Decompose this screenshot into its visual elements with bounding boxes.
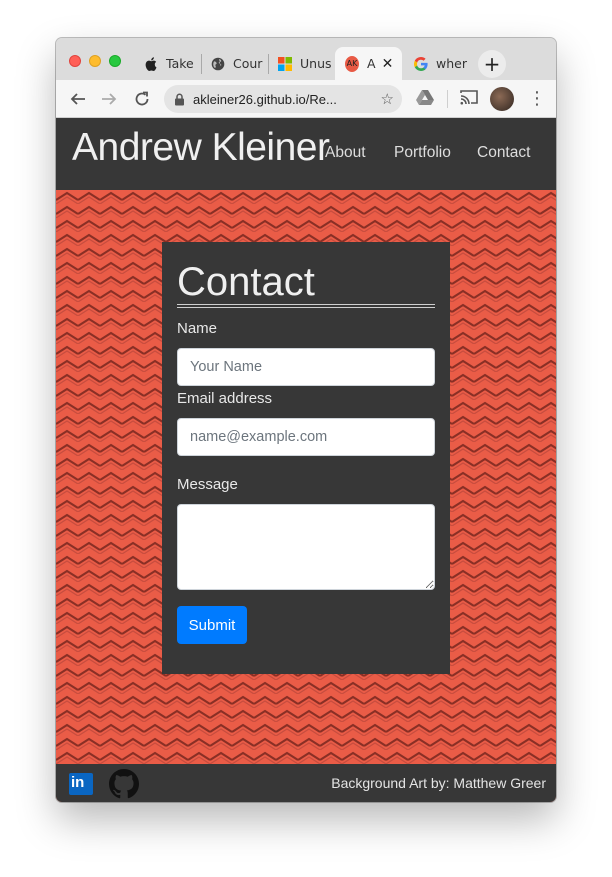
tab-unus[interactable]: Unus <box>268 47 334 80</box>
forward-arrow-icon <box>102 93 117 105</box>
ak-favicon-icon: AK <box>345 55 359 72</box>
tab-label: Cour <box>233 56 263 71</box>
tab-take[interactable]: Take <box>134 47 200 80</box>
minimize-window-button[interactable] <box>89 55 101 67</box>
background-art-credit: Background Art by: Matthew Greer <box>331 775 546 791</box>
plus-icon: + <box>483 52 501 76</box>
drive-extension-icon[interactable] <box>416 89 434 109</box>
contact-card: Contact Name Email address Message Submi… <box>162 242 450 674</box>
tab-active[interactable]: AK A ✕ <box>335 47 402 80</box>
browser-menu-icon[interactable]: ⋮ <box>528 88 546 110</box>
message-textarea[interactable] <box>177 504 435 590</box>
github-icon[interactable] <box>109 769 139 802</box>
tab-cour[interactable]: Cour <box>201 47 267 80</box>
name-label: Name <box>177 320 218 337</box>
submit-button[interactable]: Submit <box>177 606 247 644</box>
linkedin-icon[interactable]: in <box>69 773 93 795</box>
tab-label: Unus <box>300 56 332 71</box>
web-page: Andrew Kleiner About Portfolio Contact C… <box>56 118 556 802</box>
reload-icon <box>135 91 149 106</box>
tab-strip: Take Cour Unus AK A ✕ wher + <box>56 38 556 80</box>
browser-window: Take Cour Unus AK A ✕ wher + akleiner26.… <box>56 38 556 802</box>
site-brand[interactable]: Andrew Kleiner <box>72 126 330 170</box>
lock-icon <box>175 93 184 105</box>
email-label: Email address <box>177 390 273 407</box>
address-bar[interactable]: akleiner26.github.io/Re... ☆ <box>164 85 402 113</box>
contact-title: Contact <box>177 260 315 304</box>
globe-icon <box>211 57 225 71</box>
zoom-window-button[interactable] <box>109 55 121 67</box>
browser-toolbar: akleiner26.github.io/Re... ☆ ⋮ <box>56 80 556 118</box>
tab-label: Take <box>166 56 194 71</box>
back-button[interactable] <box>67 88 89 110</box>
name-input[interactable] <box>177 348 435 386</box>
message-label: Message <box>177 476 238 493</box>
nav-link-contact[interactable]: Contact <box>477 144 530 162</box>
google-icon <box>414 56 428 71</box>
url-text: akleiner26.github.io/Re... <box>193 91 337 107</box>
tab-label: wher <box>436 56 467 71</box>
site-navbar: Andrew Kleiner About Portfolio Contact <box>56 118 556 190</box>
linkedin-icon-text: in <box>71 774 85 791</box>
profile-avatar[interactable] <box>490 87 514 111</box>
nav-link-portfolio[interactable]: Portfolio <box>394 144 451 162</box>
microsoft-icon <box>278 56 292 71</box>
apple-icon <box>144 56 158 71</box>
reload-button[interactable] <box>131 88 153 110</box>
back-arrow-icon <box>70 93 85 105</box>
nav-link-about[interactable]: About <box>325 144 366 162</box>
title-divider <box>177 304 435 308</box>
new-tab-button[interactable]: + <box>478 50 506 78</box>
bookmark-star-icon[interactable]: ☆ <box>381 90 394 108</box>
site-footer: in Background Art by: Matthew Greer <box>56 764 556 802</box>
email-input[interactable] <box>177 418 435 456</box>
close-icon[interactable]: ✕ <box>382 56 394 72</box>
tab-label: A <box>367 56 376 71</box>
close-window-button[interactable] <box>69 55 81 67</box>
tab-wher[interactable]: wher <box>404 47 468 80</box>
forward-button[interactable] <box>98 88 120 110</box>
cast-icon[interactable] <box>460 89 478 109</box>
